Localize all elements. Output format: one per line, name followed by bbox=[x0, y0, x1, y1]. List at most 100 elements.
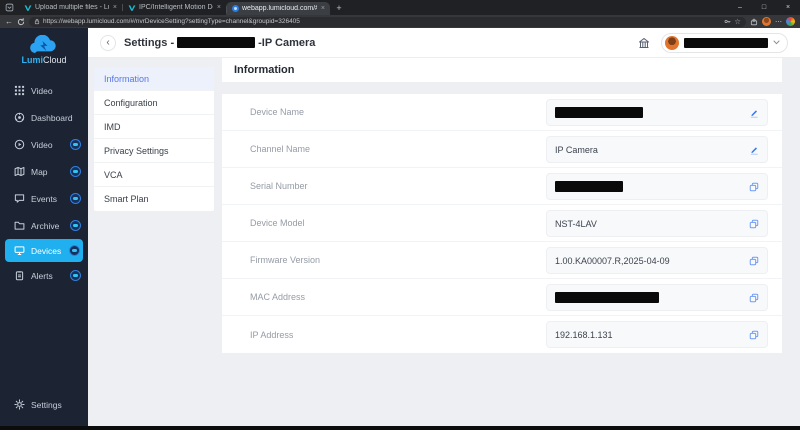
sidebar-item-label: Dashboard bbox=[31, 113, 73, 123]
edit-icon[interactable] bbox=[749, 108, 759, 118]
sidebar-item-settings[interactable]: Settings bbox=[0, 391, 88, 418]
tab-smart-plan[interactable]: Smart Plan bbox=[94, 187, 214, 211]
copy-icon[interactable] bbox=[749, 219, 759, 229]
tab-title: IPC/Intelligent Motion Detection bbox=[139, 4, 213, 11]
maximize-button[interactable]: □ bbox=[752, 0, 776, 14]
lumicloud-app: LumiCloud Video Dashboard Video Map bbox=[0, 28, 800, 426]
sidebar-item-dashboard[interactable]: Dashboard bbox=[0, 104, 88, 131]
tab-close-icon[interactable]: × bbox=[216, 4, 222, 11]
back-icon[interactable]: ← bbox=[5, 18, 13, 26]
redacted-value bbox=[555, 107, 643, 118]
lumicloud-logo: LumiCloud bbox=[0, 28, 88, 65]
redacted-account-name bbox=[684, 38, 768, 48]
close-button[interactable]: × bbox=[776, 0, 800, 14]
device-name-field bbox=[546, 99, 768, 126]
folder-icon bbox=[14, 220, 25, 231]
panel-title: Information bbox=[222, 58, 782, 82]
field-label: MAC Address bbox=[222, 292, 305, 302]
tab-vca[interactable]: VCA bbox=[94, 163, 214, 187]
channel-name-field: IP Camera bbox=[546, 136, 768, 163]
tab-privacy-settings[interactable]: Privacy Settings bbox=[94, 139, 214, 163]
map-icon bbox=[14, 166, 25, 177]
field-label: Firmware Version bbox=[222, 255, 320, 265]
cloud-badge-icon bbox=[70, 270, 81, 281]
sidebar-item-video-wall[interactable]: Video bbox=[0, 77, 88, 104]
site-info-lock-icon[interactable] bbox=[34, 18, 40, 25]
logo-cloud: Cloud bbox=[43, 55, 67, 65]
copy-icon[interactable] bbox=[749, 256, 759, 266]
information-panel: Information Device Name Channel Name bbox=[222, 58, 782, 353]
mac-address-field bbox=[546, 284, 768, 311]
field-value: 192.168.1.131 bbox=[555, 330, 613, 340]
tab-actions-icon[interactable] bbox=[0, 0, 18, 15]
extensions-icon[interactable] bbox=[750, 18, 758, 26]
password-key-icon[interactable] bbox=[724, 18, 731, 25]
tab-imd[interactable]: IMD bbox=[94, 115, 214, 139]
sidebar-item-video[interactable]: Video bbox=[0, 131, 88, 158]
copy-icon[interactable] bbox=[749, 182, 759, 192]
header-right bbox=[635, 33, 788, 53]
firmware-version-field: 1.00.KA00007.R,2025-04-09 bbox=[546, 247, 768, 274]
tab-information[interactable]: Information bbox=[94, 67, 214, 91]
device-model-field: NST-4LAV bbox=[546, 210, 768, 237]
cloud-badge-icon bbox=[69, 245, 80, 256]
tab-configuration[interactable]: Configuration bbox=[94, 91, 214, 115]
sidebar-item-label: Alerts bbox=[31, 271, 53, 281]
building-icon bbox=[638, 37, 650, 49]
account-menu[interactable] bbox=[661, 33, 788, 53]
sidebar-item-archive[interactable]: Archive bbox=[0, 212, 88, 239]
field-value: IP Camera bbox=[555, 145, 598, 155]
luminys-favicon bbox=[24, 4, 32, 12]
url-text[interactable]: https://webapp.lumicloud.com/#/nvrDevice… bbox=[43, 18, 721, 25]
sidebar-item-map[interactable]: Map bbox=[0, 158, 88, 185]
tab-close-icon[interactable]: × bbox=[320, 5, 326, 12]
lumicloud-favicon bbox=[232, 5, 239, 12]
page-title: Settings - -IP Camera bbox=[124, 37, 315, 49]
copy-icon[interactable] bbox=[749, 330, 759, 340]
account-profile-icon[interactable] bbox=[786, 17, 795, 26]
copy-icon[interactable] bbox=[749, 293, 759, 303]
edit-icon[interactable] bbox=[749, 145, 759, 155]
redacted-device-name bbox=[177, 37, 255, 48]
page-title-prefix: Settings - bbox=[124, 37, 174, 49]
sidebar-item-label: Video bbox=[31, 140, 53, 150]
bookmark-star-icon[interactable]: ☆ bbox=[734, 17, 741, 26]
browser-profile-avatar[interactable] bbox=[762, 17, 771, 26]
refresh-icon[interactable] bbox=[17, 18, 25, 26]
info-row-serial-number: Serial Number bbox=[222, 168, 782, 205]
info-row-device-name: Device Name bbox=[222, 94, 782, 131]
url-bar[interactable]: https://webapp.lumicloud.com/#/nvrDevice… bbox=[29, 17, 746, 27]
info-row-firmware-version: Firmware Version 1.00.KA00007.R,2025-04-… bbox=[222, 242, 782, 279]
browser-tab-2[interactable]: IPC/Intelligent Motion Detection × bbox=[122, 0, 226, 15]
tab-title: webapp.lumicloud.com/#/nvrDe... bbox=[242, 5, 317, 12]
field-label: Device Model bbox=[222, 218, 305, 228]
minimize-button[interactable]: – bbox=[728, 0, 752, 14]
browser-menu-icon[interactable]: ⋯ bbox=[775, 18, 782, 26]
back-button[interactable]: ‹ bbox=[100, 35, 116, 51]
browser-tab-active[interactable]: webapp.lumicloud.com/#/nvrDe... × bbox=[226, 2, 330, 15]
clipboard-icon bbox=[14, 270, 25, 281]
tab-close-icon[interactable]: × bbox=[112, 4, 118, 11]
sidebar-item-label: Map bbox=[31, 167, 48, 177]
settings-content: Information Configuration IMD Privacy Se… bbox=[88, 58, 800, 426]
cloud-badge-icon bbox=[70, 193, 81, 204]
settings-tabs-panel: Information Configuration IMD Privacy Se… bbox=[94, 67, 214, 211]
ip-address-field: 192.168.1.131 bbox=[546, 321, 768, 348]
field-value: NST-4LAV bbox=[555, 219, 597, 229]
field-label: Device Name bbox=[222, 107, 304, 117]
sidebar-item-alerts[interactable]: Alerts bbox=[0, 262, 88, 289]
logo-text: LumiCloud bbox=[0, 55, 88, 65]
sidebar-item-label: Archive bbox=[31, 221, 59, 231]
app-header: ‹ Settings - -IP Camera bbox=[88, 28, 800, 58]
sidebar-menu: Video Dashboard Video Map Events bbox=[0, 77, 88, 289]
browser-tab-1[interactable]: Upload multiple files - Luminys W × bbox=[18, 0, 122, 15]
sidebar-item-devices[interactable]: Devices bbox=[5, 239, 83, 262]
info-row-mac-address: MAC Address bbox=[222, 279, 782, 316]
luminys-favicon bbox=[128, 4, 136, 12]
sidebar-item-events[interactable]: Events bbox=[0, 185, 88, 212]
new-tab-button[interactable]: + bbox=[332, 3, 346, 13]
organization-button[interactable] bbox=[635, 34, 653, 52]
page-title-suffix: -IP Camera bbox=[258, 37, 315, 49]
cloud-badge-icon bbox=[70, 220, 81, 231]
panel-divider bbox=[222, 82, 782, 94]
